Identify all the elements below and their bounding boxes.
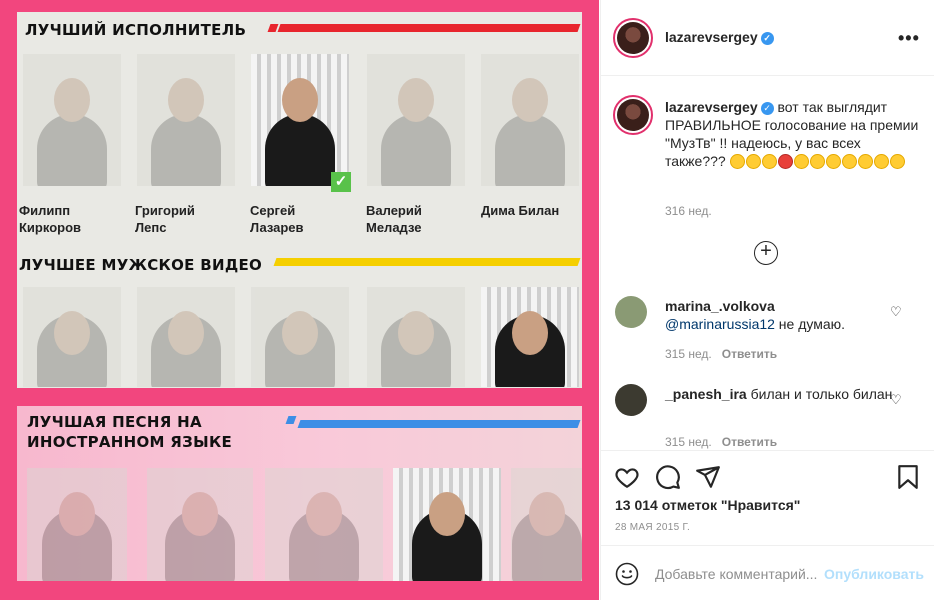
nominee-photo bbox=[265, 468, 383, 581]
comment-text: билан и только билан bbox=[746, 386, 893, 402]
load-more-comments-icon[interactable]: + bbox=[754, 241, 778, 265]
nominee-photo bbox=[511, 468, 582, 581]
check-mark-icon: ✓ bbox=[331, 172, 351, 192]
save-bookmark-icon[interactable] bbox=[895, 464, 921, 490]
nominee-photo bbox=[481, 54, 579, 186]
comment-bubble-icon[interactable] bbox=[655, 464, 681, 490]
caption-time[interactable]: 316 нед. bbox=[665, 204, 712, 218]
category-stripe bbox=[277, 24, 581, 32]
post-caption: lazarevsergey ✓ вот так выглядит ПРАВИЛЬН… bbox=[665, 98, 925, 170]
nominee-name: Дима Билан bbox=[481, 203, 560, 218]
nominee-photo-selected bbox=[393, 468, 501, 581]
comment-meta: 315 нед. Ответить bbox=[665, 435, 777, 449]
comment: marina_.volkova @marinarussia12 не думаю… bbox=[665, 297, 895, 333]
ballot-panel-top: ЛУЧШИЙ ИСПОЛНИТЕЛЬ ✓ Филипп Киркоров Григ… bbox=[17, 12, 582, 388]
post-date[interactable]: 28 МАЯ 2015 Г. bbox=[615, 522, 690, 533]
nominee-photo bbox=[367, 54, 465, 186]
comment-text: не думаю. bbox=[774, 316, 846, 332]
caption-emojis bbox=[729, 153, 906, 169]
comment: _panesh_ira билан и только билан bbox=[665, 385, 895, 403]
comment-meta: 315 нед. Ответить bbox=[665, 347, 777, 361]
comment-username[interactable]: marina_.volkova bbox=[665, 297, 895, 315]
share-paper-plane-icon[interactable] bbox=[695, 464, 721, 490]
avatar[interactable] bbox=[613, 18, 653, 58]
comment-time[interactable]: 315 нед. bbox=[665, 435, 712, 449]
nominee-name: Сергей Лазарев bbox=[250, 203, 304, 235]
nominee-photo bbox=[147, 468, 253, 581]
publish-button[interactable]: Опубликовать bbox=[824, 566, 924, 582]
comment-composer: Опубликовать bbox=[601, 545, 934, 600]
caption-avatar[interactable] bbox=[613, 95, 653, 135]
likes-count[interactable]: 13 014 отметок "Нравится" bbox=[615, 497, 800, 513]
nominee-photo-selected bbox=[481, 287, 579, 387]
more-options-icon[interactable]: ••• bbox=[898, 28, 920, 49]
nominee-name: Филипп Киркоров bbox=[19, 203, 82, 235]
nominee-photo bbox=[27, 468, 127, 581]
category-stripe bbox=[273, 258, 581, 266]
nominee-name: Григорий Лепс bbox=[135, 203, 195, 235]
caption-username[interactable]: lazarevsergey bbox=[665, 99, 758, 115]
like-heart-icon[interactable] bbox=[614, 464, 640, 490]
nominee-photo bbox=[23, 54, 121, 186]
comment-avatar[interactable] bbox=[615, 384, 647, 416]
post-actions: 13 014 отметок "Нравится" 28 МАЯ 2015 Г. bbox=[601, 450, 934, 545]
reply-button[interactable]: Ответить bbox=[722, 347, 777, 361]
comment-time[interactable]: 315 нед. bbox=[665, 347, 712, 361]
comment-avatar[interactable] bbox=[615, 296, 647, 328]
comment-like-heart-icon[interactable]: ♡ bbox=[890, 304, 902, 320]
category-title-best-foreign-song: ЛУЧШАЯ ПЕСНЯ НА ИНОСТРАННОМ ЯЗЫКЕ bbox=[27, 413, 233, 451]
comment-like-heart-icon[interactable]: ♡ bbox=[890, 392, 902, 408]
nominee-photo bbox=[137, 287, 235, 387]
nominee-name: Валерий Меладзе bbox=[366, 203, 422, 235]
nominee-photo bbox=[251, 287, 349, 387]
emoji-smile-icon[interactable] bbox=[615, 562, 639, 586]
nominee-photo bbox=[23, 287, 121, 387]
comment-mention[interactable]: @marinarussia12 bbox=[665, 316, 775, 332]
category-stripe bbox=[297, 420, 581, 428]
nominee-photo-selected bbox=[251, 54, 349, 186]
comment-input[interactable] bbox=[655, 566, 823, 582]
reply-button[interactable]: Ответить bbox=[722, 435, 777, 449]
verified-badge-icon: ✓ bbox=[760, 32, 774, 45]
comment-username[interactable]: _panesh_ira bbox=[665, 386, 747, 402]
verified-badge-icon: ✓ bbox=[760, 102, 774, 115]
post-photo[interactable]: ЛУЧШИЙ ИСПОЛНИТЕЛЬ ✓ Филипп Киркоров Григ… bbox=[0, 0, 599, 600]
category-title-best-male-video: ЛУЧШЕЕ МУЖСКОЕ ВИДЕО bbox=[19, 256, 263, 274]
post-sidebar: lazarevsergey ✓ ••• lazarevsergey ✓ вот та… bbox=[600, 0, 934, 600]
ballot-panel-bottom: ЛУЧШАЯ ПЕСНЯ НА ИНОСТРАННОМ ЯЗЫКЕ bbox=[17, 406, 582, 581]
category-title-best-artist: ЛУЧШИЙ ИСПОЛНИТЕЛЬ bbox=[25, 21, 247, 39]
nominee-photo bbox=[367, 287, 465, 387]
post-header: lazarevsergey ✓ ••• bbox=[601, 0, 934, 76]
nominee-photo bbox=[137, 54, 235, 186]
category-stripe bbox=[285, 416, 297, 424]
header-username[interactable]: lazarevsergey ✓ bbox=[665, 29, 774, 45]
